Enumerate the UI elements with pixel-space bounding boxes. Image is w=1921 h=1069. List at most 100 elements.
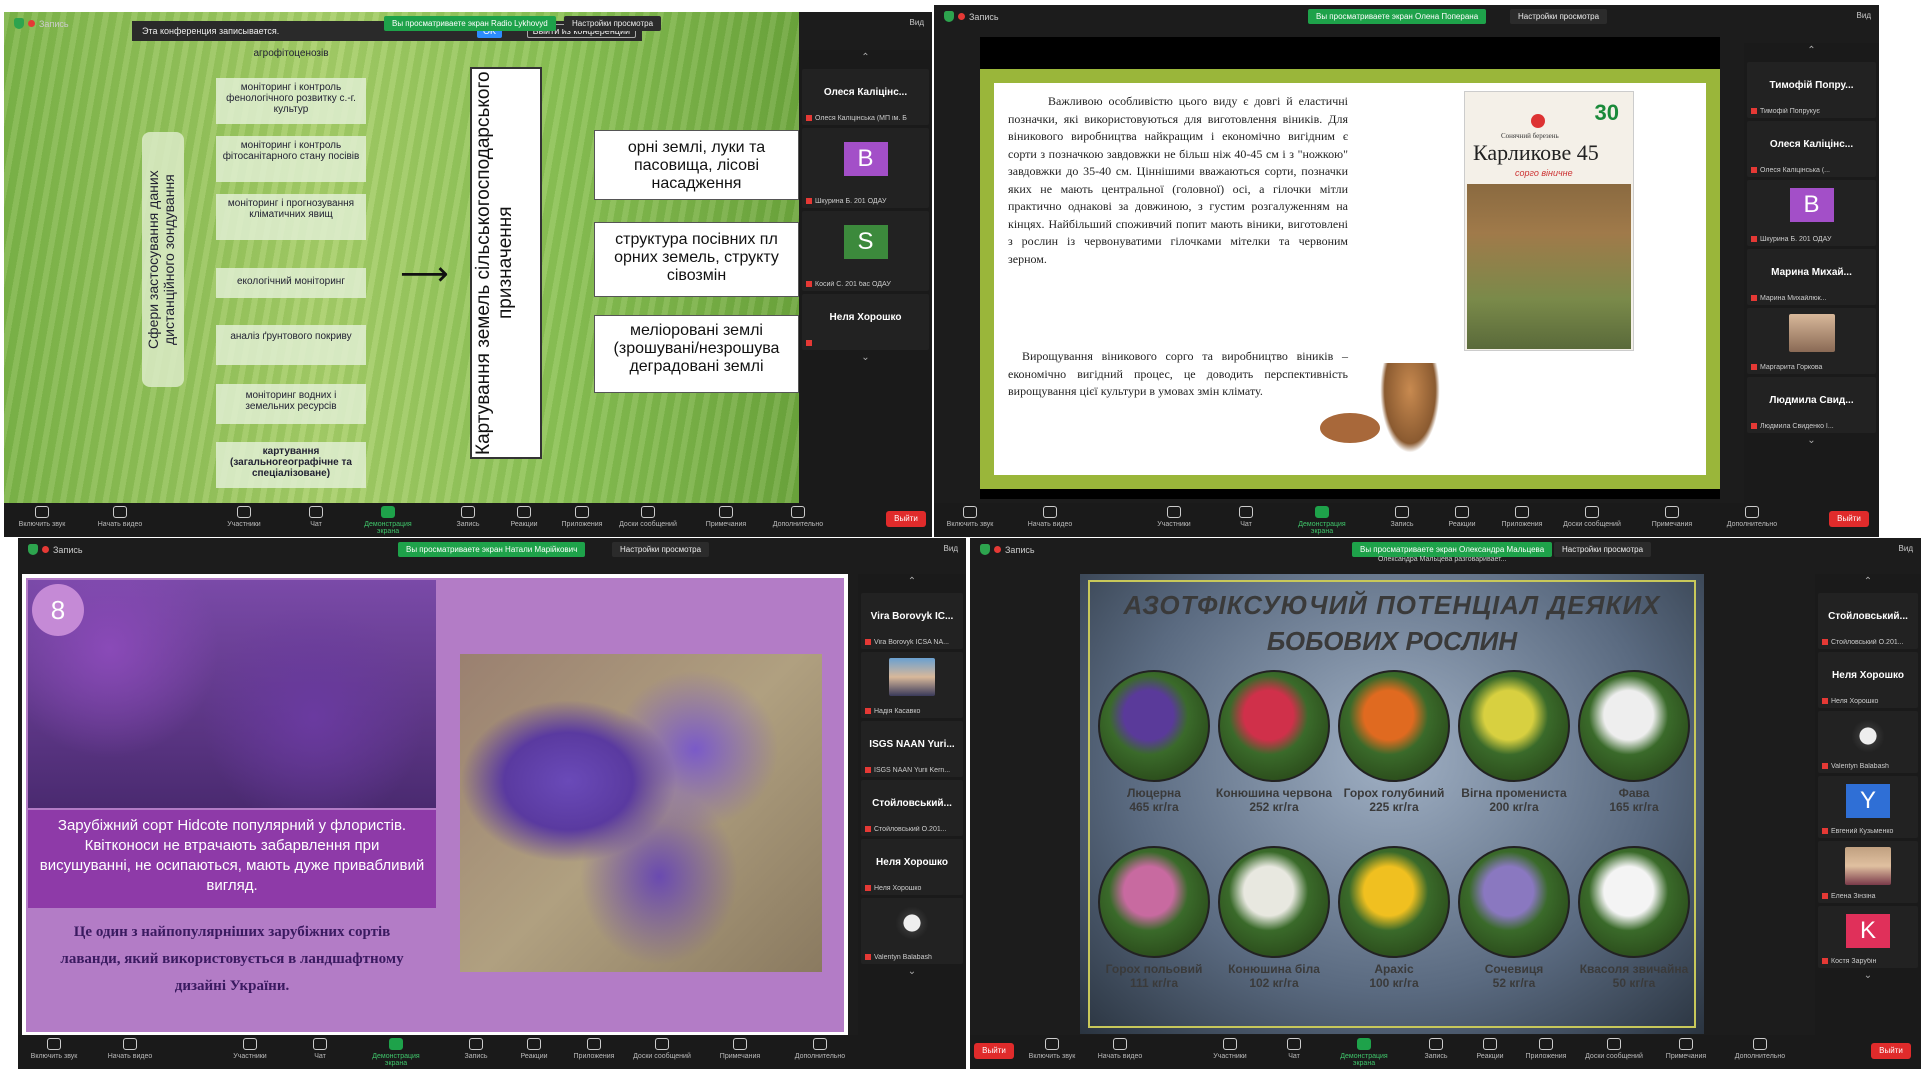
view-button[interactable]: Вид — [1899, 544, 1913, 553]
video-button[interactable]: Начать видео — [1088, 1038, 1152, 1060]
reactions-button[interactable]: Реакции — [1458, 1038, 1522, 1060]
reactions-button[interactable]: Реакции — [492, 506, 556, 528]
mute-button[interactable]: Включить звук — [22, 1038, 86, 1060]
share-screen-button[interactable]: Демонстрация экрана — [1290, 506, 1354, 535]
scroll-up-icon[interactable]: ⌃ — [858, 574, 966, 590]
participant-tile[interactable]: Y Евгений Кузьменко — [1818, 776, 1918, 838]
participant-tile[interactable]: B Шкурина Б. 201 ОДАУ — [1747, 180, 1876, 246]
people-icon — [243, 1038, 257, 1050]
shield-icon — [980, 544, 990, 555]
view-options-button[interactable]: Настройки просмотра — [612, 542, 710, 557]
apps-button[interactable]: Приложения — [550, 506, 614, 528]
participant-tile[interactable]: Надія Касавко — [861, 652, 963, 718]
participant-tile[interactable]: Маргарита Горкова — [1747, 308, 1876, 374]
participant-tile[interactable]: Неля Хорошко Неля Хорошко — [1818, 652, 1918, 708]
participant-tile[interactable]: Олеся Каліцінс... Олеся Каліцінська (... — [1747, 121, 1876, 177]
video-button[interactable]: Начать видео — [88, 506, 152, 528]
view-options-button[interactable]: Настройки просмотра — [1554, 542, 1652, 557]
participant-tile[interactable]: Елена Зінзіна — [1818, 841, 1918, 903]
record-button[interactable]: Запись — [1370, 506, 1434, 528]
plant-item: Сочевиця 52 кг/га — [1454, 846, 1574, 1016]
box-1: структура посівних пл орних земель, стру… — [594, 222, 799, 297]
participant-tile[interactable]: Valentyn Balabash — [1818, 711, 1918, 773]
more-icon — [1745, 506, 1759, 518]
more-button[interactable]: Дополнительно — [766, 506, 830, 528]
scroll-down-icon[interactable]: ⌄ — [1815, 968, 1921, 984]
scroll-down-icon[interactable]: ⌄ — [799, 350, 932, 366]
scroll-up-icon[interactable]: ⌃ — [799, 50, 932, 66]
scroll-down-icon[interactable]: ⌄ — [858, 964, 966, 980]
participants-button[interactable]: Участники — [212, 506, 276, 528]
participants-button[interactable]: Участники — [218, 1038, 282, 1060]
share-screen-button[interactable]: Демонстрация экрана — [364, 1038, 428, 1067]
view-button[interactable]: Вид — [910, 18, 924, 27]
leave-button[interactable]: Выйти — [1871, 1043, 1911, 1059]
microphone-icon — [1045, 1038, 1059, 1050]
scroll-down-icon[interactable]: ⌄ — [1744, 433, 1879, 449]
leave-button-left[interactable]: Выйти — [974, 1043, 1014, 1059]
participant-tile[interactable]: Стойловський... Стойловський О.201... — [861, 780, 963, 836]
record-button[interactable]: Запись — [436, 506, 500, 528]
whiteboard-button[interactable]: Доски сообщений — [1560, 506, 1624, 528]
participant-tile[interactable]: Тимофій Попру... Тимофій Попрукує — [1747, 62, 1876, 118]
record-icon — [461, 506, 475, 518]
bottom-text: Це один з найпопулярніших зарубіжних сор… — [60, 924, 404, 994]
view-options-button[interactable]: Настройки просмотра — [564, 16, 662, 31]
participant-tile[interactable]: K Костя Зарубін — [1818, 906, 1918, 968]
view-button[interactable]: Вид — [944, 544, 958, 553]
chat-button[interactable]: Чат — [288, 1038, 352, 1060]
share-screen-button[interactable]: Демонстрация экрана — [1332, 1038, 1396, 1067]
video-button[interactable]: Начать видео — [1018, 506, 1082, 528]
notes-button[interactable]: Примечания — [1640, 506, 1704, 528]
record-icon — [1429, 1038, 1443, 1050]
share-screen-button[interactable]: Демонстрация экрана — [356, 506, 420, 535]
participant-tile[interactable]: Людмила Свид... Людмила Свиденко І... — [1747, 377, 1876, 433]
scroll-up-icon[interactable]: ⌃ — [1815, 574, 1921, 590]
view-button[interactable]: Вид — [1857, 11, 1871, 20]
reactions-button[interactable]: Реакции — [1430, 506, 1494, 528]
notes-button[interactable]: Примечания — [708, 1038, 772, 1060]
mute-button[interactable]: Включить звук — [10, 506, 74, 528]
participant-tile[interactable]: S Косий С. 201 бас ОДАУ — [802, 211, 929, 291]
more-button[interactable]: Дополнительно — [1728, 1038, 1792, 1060]
apps-button[interactable]: Приложения — [1514, 1038, 1578, 1060]
leave-button[interactable]: Выйти — [1829, 511, 1869, 527]
participant-tile[interactable]: Valentyn Balabash — [861, 898, 963, 964]
chat-button[interactable]: Чат — [284, 506, 348, 528]
apps-button[interactable]: Приложения — [1490, 506, 1554, 528]
record-button[interactable]: Запись — [444, 1038, 508, 1060]
participant-tile[interactable]: Vira Borovyk IC... Vira Borovyk ICSA NA..… — [861, 593, 963, 649]
video-button[interactable]: Начать видео — [98, 1038, 162, 1060]
center-title: Картування земель сільськогосподарського… — [473, 71, 516, 455]
chat-button[interactable]: Чат — [1262, 1038, 1326, 1060]
participant-tile[interactable]: Неля Хорошко Неля Хорошко — [861, 839, 963, 895]
participants-button[interactable]: Участники — [1142, 506, 1206, 528]
plant-photo — [1338, 670, 1450, 782]
notes-button[interactable]: Примечания — [694, 506, 758, 528]
whiteboard-button[interactable]: Доски сообщений — [630, 1038, 694, 1060]
participant-tile[interactable]: B Шкурина Б. 201 ОДАУ — [802, 128, 929, 208]
mute-button[interactable]: Включить звук — [1020, 1038, 1084, 1060]
whiteboard-button[interactable]: Доски сообщений — [616, 506, 680, 528]
more-button[interactable]: Дополнительно — [788, 1038, 852, 1060]
apps-button[interactable]: Приложения — [562, 1038, 626, 1060]
scroll-up-icon[interactable]: ⌃ — [1744, 43, 1879, 59]
participant-tile[interactable]: Марина Михай... Марина Михайлюк... — [1747, 249, 1876, 305]
whiteboard-button[interactable]: Доски сообщений — [1582, 1038, 1646, 1060]
notes-button[interactable]: Примечания — [1654, 1038, 1718, 1060]
more-button[interactable]: Дополнительно — [1720, 506, 1784, 528]
whiteboard-icon — [1607, 1038, 1621, 1050]
participants-button[interactable]: Участники — [1198, 1038, 1262, 1060]
leave-button[interactable]: Выйти — [886, 511, 926, 527]
participant-tile[interactable]: Олеся Каліцінс... Олеся Каліцінська (МП і… — [802, 69, 929, 125]
reactions-button[interactable]: Реакции — [502, 1038, 566, 1060]
plant-item: Квасоля звичайна 50 кг/га — [1574, 846, 1694, 1016]
view-options-button[interactable]: Настройки просмотра — [1510, 9, 1608, 24]
shared-slide: АЗОТФІКСУЮЧИЙ ПОТЕНЦІАЛ ДЕЯКИХ БОБОВИХ Р… — [1080, 574, 1704, 1034]
chat-button[interactable]: Чат — [1214, 506, 1278, 528]
chat-icon — [1239, 506, 1253, 518]
participant-tile[interactable]: Стойловський... Стойловський О.201... — [1818, 593, 1918, 649]
participant-tile[interactable]: Неля Хорошко — [802, 294, 929, 350]
mute-button[interactable]: Включить звук — [938, 506, 1002, 528]
participant-tile[interactable]: ISGS NAAN Yuri... ISGS NAAN Yurii Kern... — [861, 721, 963, 777]
